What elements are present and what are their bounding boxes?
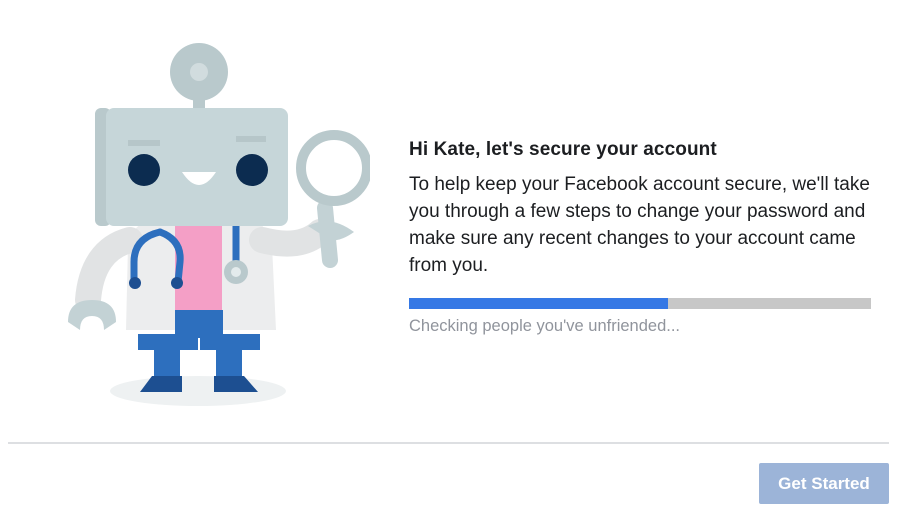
progress-status-text: Checking people you've unfriended... — [409, 317, 681, 335]
page-title: Hi Kate, let's secure your account — [409, 139, 717, 160]
robot-doctor-illustration — [68, 43, 370, 406]
footer-divider — [8, 442, 889, 444]
description-text: To help keep your Facebook account secur… — [409, 174, 870, 276]
intro-section: Hi Kate, let's secure your account To he… — [409, 138, 879, 279]
progress-bar-fill — [409, 298, 668, 309]
progress-bar — [409, 298, 871, 309]
get-started-button[interactable]: Get Started — [759, 463, 889, 504]
